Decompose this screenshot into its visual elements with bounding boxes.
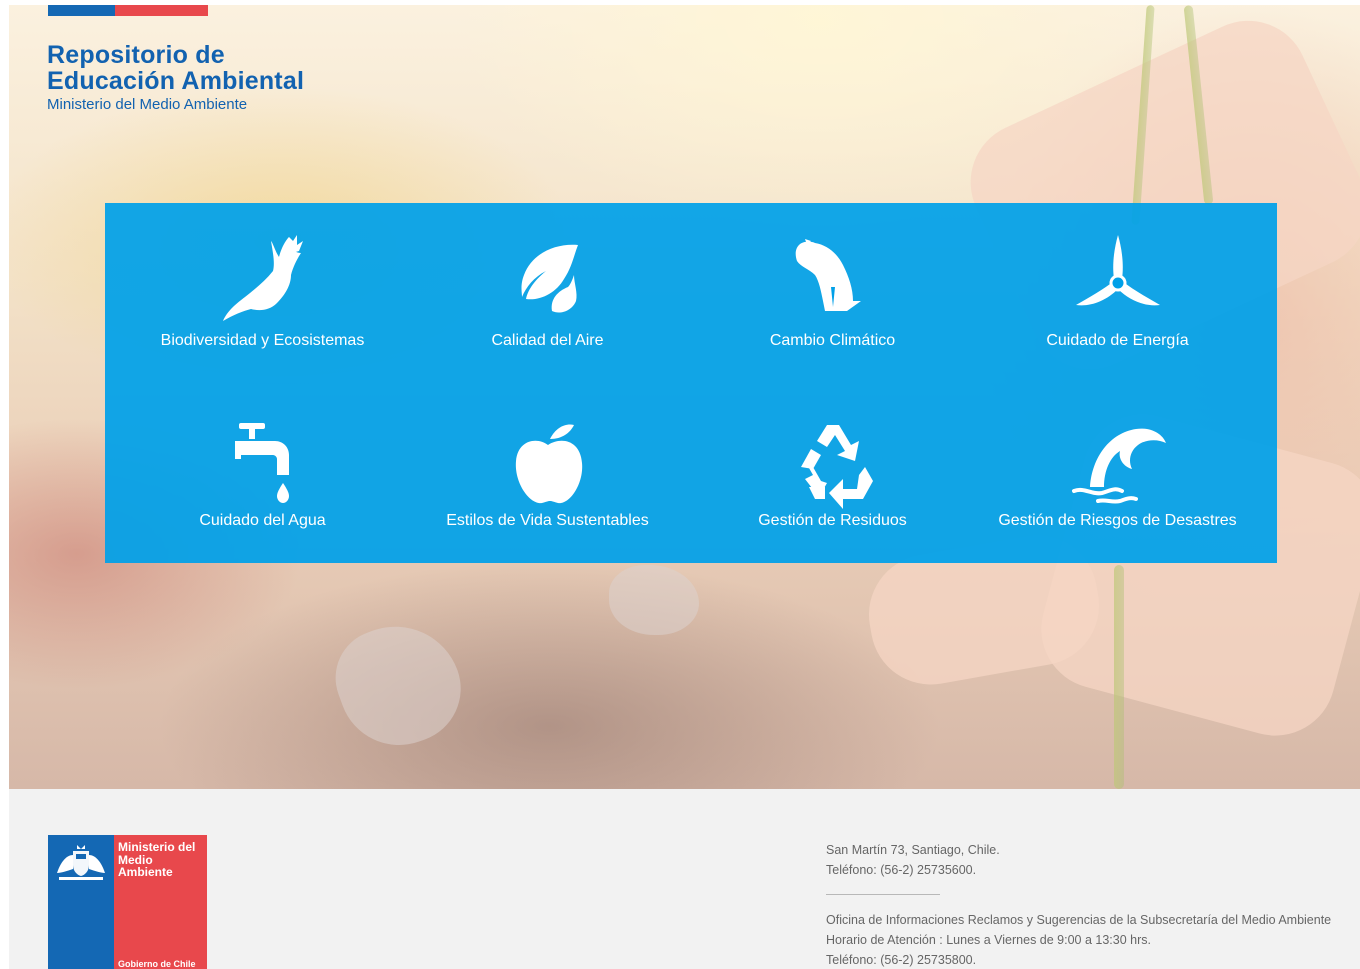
category-label: Cuidado del Agua [199,512,326,529]
category-label: Gestión de Riesgos de Desastres [998,512,1237,529]
eagle-icon [222,235,303,321]
brand-top-bar [48,5,208,16]
coat-of-arms-icon [57,845,105,880]
hours-text: Horario de Atención : Lunes a Viernes de… [826,933,1151,947]
site-logo[interactable]: Repositorio de Educación Ambiental Minis… [47,42,304,115]
category-biodiversidad[interactable]: Biodiversidad y Ecosistemas [120,203,405,363]
category-label: Estilos de Vida Sustentables [446,512,649,529]
wind-turbine-icon [1075,235,1160,306]
category-label: Calidad del Aire [491,332,604,349]
category-estilos-vida[interactable]: Estilos de Vida Sustentables [405,403,690,563]
office-text: Oficina de Informaciones Reclamos y Suge… [826,913,1332,927]
categories-panel: Biodiversidad y Ecosistemas Calidad del … [105,203,1277,563]
polar-bear-icon [795,239,861,311]
category-cambio-climatico[interactable]: Cambio Climático [690,203,975,363]
site-title-line2: Educación Ambiental [47,67,305,95]
footer: Ministerio del Medio Ambiente Gobierno d… [9,789,1360,969]
category-label: Cambio Climático [769,332,896,349]
leaves-icon [521,244,578,313]
contact-divider [826,894,940,895]
category-label: Gestión de Residuos [758,512,907,529]
contact-info: San Martín 73, Santiago, Chile. Teléfono… [826,840,1331,969]
phone-text: Teléfono: (56-2) 25735600. [826,863,977,877]
logo-government-text: Gobierno de Chile [118,959,196,969]
category-label: Cuidado de Energía [1046,332,1189,349]
category-label: Biodiversidad y Ecosistemas [160,332,365,349]
category-calidad-aire[interactable]: Calidad del Aire [405,203,690,363]
logo-ministry-text: Ministerio del Medio Ambiente [118,840,196,879]
recycle-icon [800,425,873,509]
category-gestion-riesgos[interactable]: Gestión de Riesgos de Desastres [975,403,1260,563]
site-subtitle: Ministerio del Medio Ambiente [47,96,248,113]
category-cuidado-agua[interactable]: Cuidado del Agua [120,403,405,563]
apple-icon [515,424,582,504]
category-gestion-residuos[interactable]: Gestión de Residuos [690,403,975,563]
wave-icon [1071,428,1166,504]
gobierno-logo[interactable]: Ministerio del Medio Ambiente Gobierno d… [48,835,207,969]
office-phone-text: Teléfono: (56-2) 25735800. [826,953,977,967]
page: Repositorio de Educación Ambiental Minis… [9,5,1360,969]
faucet-icon [234,423,289,503]
site-title-line1: Repositorio de [47,41,225,69]
address-text: San Martín 73, Santiago, Chile. [826,843,1000,857]
category-cuidado-energia[interactable]: Cuidado de Energía [975,203,1260,363]
